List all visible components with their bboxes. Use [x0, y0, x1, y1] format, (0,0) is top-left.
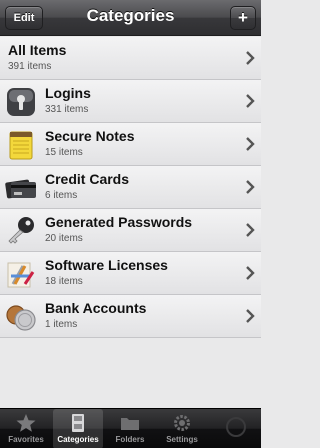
tab-bar: Favorites Categories Folders Settings	[0, 408, 261, 448]
chevron-right-icon	[246, 223, 255, 237]
key-lock-icon	[7, 88, 35, 116]
chevron-right-icon	[246, 180, 255, 194]
cabinet-icon	[72, 414, 84, 432]
row-count: 331 items	[45, 104, 89, 115]
key-icon	[8, 217, 34, 244]
circle-icon	[226, 417, 246, 437]
list-item-all-items[interactable]: All Items 391 items	[0, 37, 261, 80]
row-count: 18 items	[45, 276, 83, 287]
tab-categories[interactable]: Categories	[53, 409, 103, 448]
list-item-secure-notes[interactable]: Secure Notes 15 items	[0, 123, 261, 166]
chevron-right-icon	[246, 137, 255, 151]
list-item-credit-cards[interactable]: Credit Cards 6 items	[0, 166, 261, 209]
tab-label: Folders	[115, 435, 145, 444]
app-store-icon	[7, 262, 35, 288]
tab-label: Categories	[57, 435, 99, 444]
row-count: 20 items	[45, 233, 83, 244]
row-title: Logins	[45, 85, 91, 101]
add-button[interactable]: +	[230, 6, 256, 30]
row-count: 1 items	[45, 319, 78, 330]
list-item-generated-passwords[interactable]: Generated Passwords 20 items	[0, 209, 261, 252]
tab-label: Favorites	[8, 435, 44, 444]
row-title: Software Licenses	[45, 257, 168, 273]
chevron-right-icon	[246, 309, 255, 323]
row-count: 391 items	[8, 61, 52, 72]
category-list: All Items 391 items Logins 331 items Sec…	[0, 37, 261, 338]
navigation-bar: Edit Categories +	[0, 0, 261, 36]
tab-more[interactable]	[212, 409, 260, 448]
star-icon	[16, 414, 36, 432]
list-item-bank-accounts[interactable]: Bank Accounts 1 items	[0, 295, 261, 338]
gear-icon	[174, 415, 190, 431]
row-title: Credit Cards	[45, 171, 130, 187]
chevron-right-icon	[246, 94, 255, 108]
row-title: Generated Passwords	[45, 214, 193, 230]
tab-label: Settings	[166, 435, 198, 444]
notes-icon	[9, 131, 33, 160]
row-title: All Items	[8, 42, 67, 58]
tab-settings[interactable]: Settings	[157, 409, 207, 448]
chevron-right-icon	[246, 266, 255, 280]
tab-favorites[interactable]: Favorites	[1, 409, 51, 448]
list-item-software-licenses[interactable]: Software Licenses 18 items	[0, 252, 261, 295]
credit-card-icon	[5, 179, 36, 199]
page-title: Categories	[86, 6, 175, 25]
row-count: 15 items	[45, 147, 83, 158]
row-count: 6 items	[45, 190, 78, 201]
folder-icon	[121, 418, 139, 430]
row-title: Bank Accounts	[45, 300, 147, 316]
tab-folders[interactable]: Folders	[105, 409, 155, 448]
row-title: Secure Notes	[45, 128, 135, 144]
list-item-logins[interactable]: Logins 331 items	[0, 80, 261, 123]
chevron-right-icon	[246, 51, 255, 65]
coins-icon	[6, 305, 36, 331]
